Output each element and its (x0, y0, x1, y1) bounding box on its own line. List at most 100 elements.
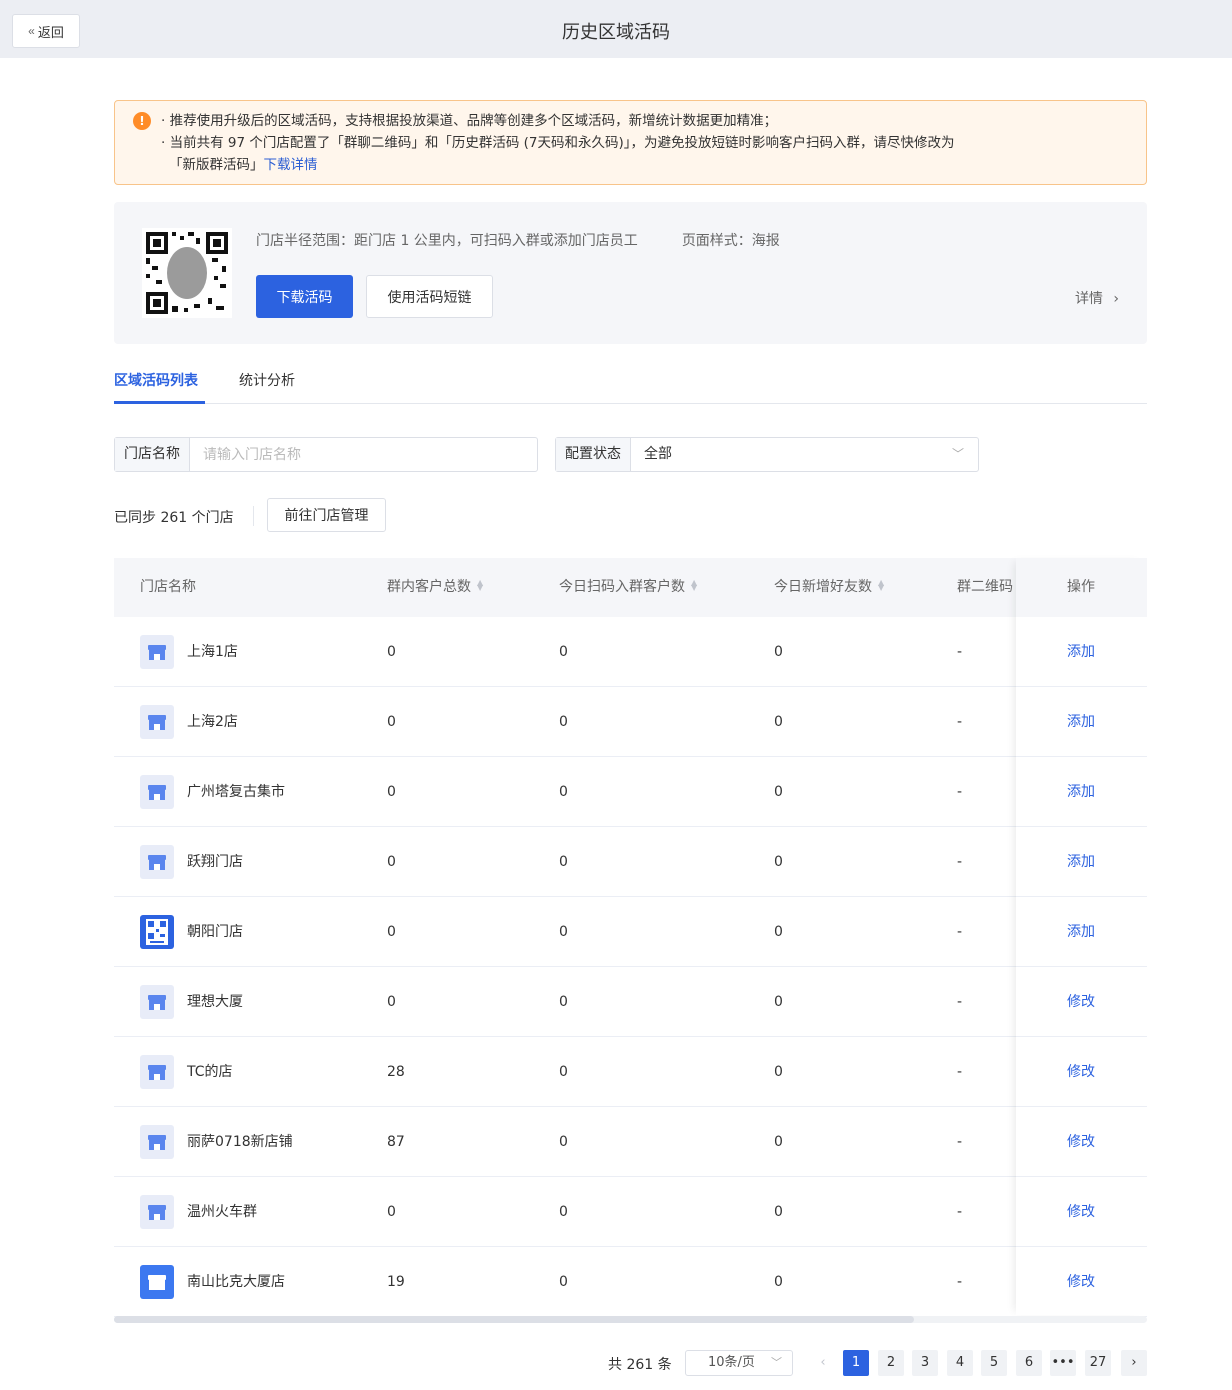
store-icon (140, 635, 174, 669)
sort-icon[interactable]: ▲ ▼ (477, 579, 483, 592)
alert-line-1: · 推荐使用升级后的区域活码，支持根据投放渠道、品牌等创建多个区域活码，新增统计… (161, 113, 778, 129)
table-row: 丽萨0718新店铺 87 0 0 - 修改 (114, 1107, 1147, 1177)
table-row: 上海1店 0 0 0 - 添加 (114, 617, 1147, 687)
store-icon (140, 705, 174, 739)
table-row: 南山比克大厦店 19 0 0 - 修改 (114, 1247, 1147, 1317)
store-icon (140, 985, 174, 1019)
page-size-select[interactable]: 10条/页 ﹀ (685, 1350, 793, 1376)
tab-bar: 区域活码列表 统计分析 (114, 362, 1147, 404)
table-row: 跃翔门店 0 0 0 - 添加 (114, 827, 1147, 897)
today-scan: 0 (559, 1204, 568, 1220)
today-friends: 0 (774, 784, 783, 800)
row-action-link[interactable]: 修改 (1067, 1107, 1095, 1177)
group-total: 0 (387, 644, 396, 660)
table-body: 上海1店 0 0 0 - 添加 上海2店 0 0 0 - 添加 广州塔复古集市 … (114, 617, 1147, 1317)
page-ellipsis[interactable]: ••• (1050, 1350, 1076, 1376)
store-icon (140, 1125, 174, 1159)
today-friends: 0 (774, 854, 783, 870)
store-name: TC的店 (187, 1064, 233, 1080)
total-count: 共 261 条 (608, 1357, 672, 1373)
today-scan: 0 (559, 1274, 568, 1290)
sort-icon[interactable]: ▲ ▼ (878, 579, 884, 592)
page-size-value: 10条/页 (708, 1355, 755, 1370)
page-title: 历史区域活码 (562, 22, 670, 43)
group-qr: - (957, 1204, 963, 1220)
tab-region-code-list[interactable]: 区域活码列表 (114, 370, 198, 390)
radius-text: 门店半径范围：距门店 1 公里内，可扫码入群或添加门店员工 (256, 233, 638, 249)
row-action-link[interactable]: 添加 (1067, 617, 1095, 687)
row-action-link[interactable]: 添加 (1067, 897, 1095, 967)
prev-page-button[interactable]: ‹ (810, 1350, 836, 1376)
group-qr: - (957, 854, 963, 870)
today-friends: 0 (774, 1274, 783, 1290)
table-row: 广州塔复古集市 0 0 0 - 添加 (114, 757, 1147, 827)
page-number-button[interactable]: 4 (947, 1350, 973, 1376)
group-qr: - (957, 1274, 963, 1290)
col-today-friends[interactable]: 今日新增好友数 ▲ ▼ (774, 558, 884, 617)
col-actions-label: 操作 (1067, 579, 1095, 595)
store-name: 广州塔复古集市 (187, 784, 285, 800)
row-action-link[interactable]: 修改 (1067, 1037, 1095, 1107)
page-number-button[interactable]: 1 (843, 1350, 869, 1376)
col-actions: 操作 (1067, 558, 1095, 617)
group-qr: - (957, 924, 963, 940)
today-friends: 0 (774, 1134, 783, 1150)
store-icon (140, 775, 174, 809)
group-qr: - (957, 994, 963, 1010)
chevron-down-icon: ﹀ (951, 447, 964, 461)
scrollbar-thumb[interactable] (114, 1316, 914, 1323)
row-action-link[interactable]: 添加 (1067, 827, 1095, 897)
today-friends: 0 (774, 1204, 783, 1220)
store-name-filter: 门店名称 (114, 437, 538, 472)
store-name: 温州火车群 (187, 1204, 257, 1220)
today-scan: 0 (559, 1134, 568, 1150)
table-row: TC的店 28 0 0 - 修改 (114, 1037, 1147, 1107)
today-scan: 0 (559, 1064, 568, 1080)
details-label: 详情 (1074, 291, 1103, 307)
store-icon (140, 1195, 174, 1229)
config-status-filter[interactable]: 配置状态 全部 ﹀ (555, 437, 979, 472)
page-number-button[interactable]: 5 (981, 1350, 1007, 1376)
store-name-input[interactable] (190, 438, 537, 471)
page-number-button[interactable]: 6 (1016, 1350, 1042, 1376)
page-number-button[interactable]: 27 (1085, 1350, 1111, 1376)
store-management-button[interactable]: 前往门店管理 (267, 498, 386, 532)
today-scan: 0 (559, 644, 568, 660)
col-today-scan-label: 今日扫码入群客户数 (559, 579, 685, 595)
info-icon: ! (133, 112, 151, 130)
col-group-total[interactable]: 群内客户总数 ▲ ▼ (387, 558, 483, 617)
chevron-down-icon: ﹀ (771, 1356, 782, 1369)
store-name: 朝阳门店 (187, 924, 243, 940)
today-scan: 0 (559, 714, 568, 730)
config-status-select[interactable]: 全部 (631, 438, 938, 471)
horizontal-scrollbar[interactable] (114, 1316, 1147, 1323)
sort-icon[interactable]: ▲ ▼ (691, 579, 697, 592)
alert-line-3-text: 「新版群活码」 (169, 157, 264, 173)
download-code-button[interactable]: 下载活码 (256, 275, 353, 318)
row-action-link[interactable]: 修改 (1067, 967, 1095, 1037)
row-action-link[interactable]: 修改 (1067, 1177, 1095, 1247)
row-action-link[interactable]: 添加 (1067, 757, 1095, 827)
tab-statistics[interactable]: 统计分析 (239, 370, 295, 390)
col-store-name: 门店名称 (140, 558, 196, 617)
store-name: 上海1店 (187, 644, 238, 660)
store-name: 南山比克大厦店 (187, 1274, 285, 1290)
store-name: 理想大厦 (187, 994, 243, 1010)
card-info: 门店半径范围：距门店 1 公里内，可扫码入群或添加门店员工 页面样式：海报 (256, 230, 780, 250)
details-link[interactable]: 详情 › (1075, 288, 1119, 308)
group-total: 0 (387, 1204, 396, 1220)
chevron-right-icon: › (1113, 291, 1119, 307)
page-number-button[interactable]: 3 (912, 1350, 938, 1376)
col-today-scan[interactable]: 今日扫码入群客户数 ▲ ▼ (559, 558, 697, 617)
use-shortlink-button[interactable]: 使用活码短链 (366, 275, 493, 318)
row-action-link[interactable]: 添加 (1067, 687, 1095, 757)
store-table: 门店名称 群内客户总数 ▲ ▼ 今日扫码入群客户数 ▲ ▼ 今日新增好友数 ▲ ▼ 群二维码… (114, 558, 1147, 1317)
page-number-button[interactable]: 2 (878, 1350, 904, 1376)
download-details-link[interactable]: 下载详情 (264, 157, 318, 173)
synced-count-text: 已同步 261 个门店 (114, 510, 234, 526)
group-total: 0 (387, 854, 396, 870)
row-action-link[interactable]: 修改 (1067, 1247, 1095, 1317)
next-page-button[interactable]: › (1121, 1350, 1147, 1376)
table-row: 上海2店 0 0 0 - 添加 (114, 687, 1147, 757)
divider (253, 506, 254, 526)
